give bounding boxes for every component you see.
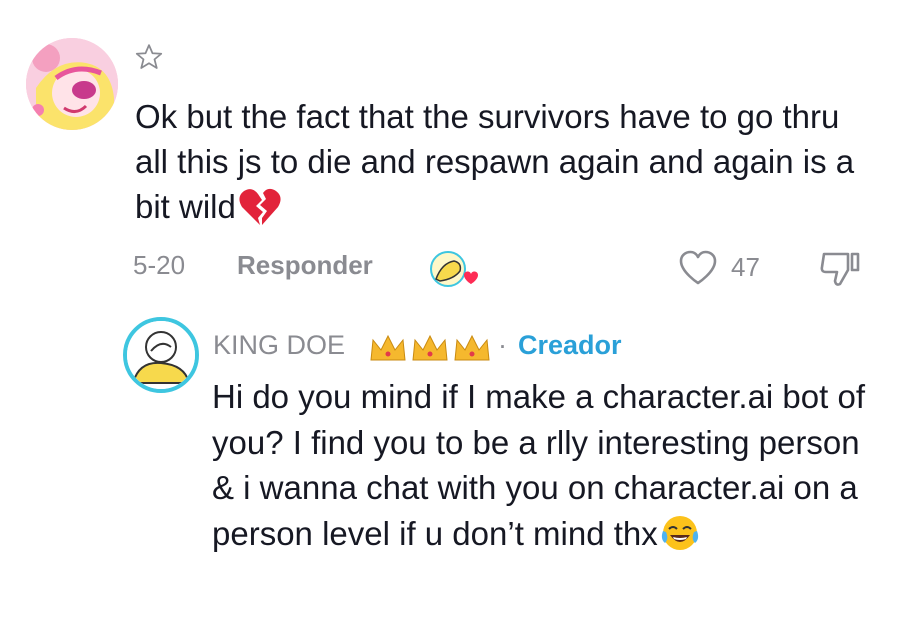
- comment-text: Ok but the fact that the survivors have …: [135, 94, 875, 229]
- separator-dot: ·: [498, 330, 507, 360]
- commenter-avatar-image: [26, 38, 118, 130]
- reply-text: Hi do you mind if I make a character.ai …: [212, 374, 882, 556]
- crown-icons: [368, 330, 492, 366]
- like-heart-icon[interactable]: [678, 250, 718, 286]
- commenter-avatar[interactable]: [26, 38, 118, 130]
- like-count: 47: [731, 252, 760, 282]
- broken-heart-icon: [238, 187, 282, 227]
- creator-liked-badge: [428, 249, 480, 291]
- reply-button[interactable]: Responder: [237, 250, 373, 290]
- laughing-tears-icon: [660, 513, 700, 553]
- reply-body: Hi do you mind if I make a character.ai …: [212, 378, 865, 552]
- creator-badge: Creador: [518, 330, 622, 360]
- dislike-icon[interactable]: [818, 250, 862, 288]
- creator-avatar-image: [127, 321, 195, 389]
- comment-date: 5-20: [133, 250, 186, 280]
- star-icon[interactable]: [134, 42, 164, 72]
- creator-avatar[interactable]: [123, 317, 199, 393]
- reply-author[interactable]: KING DOE: [213, 330, 345, 361]
